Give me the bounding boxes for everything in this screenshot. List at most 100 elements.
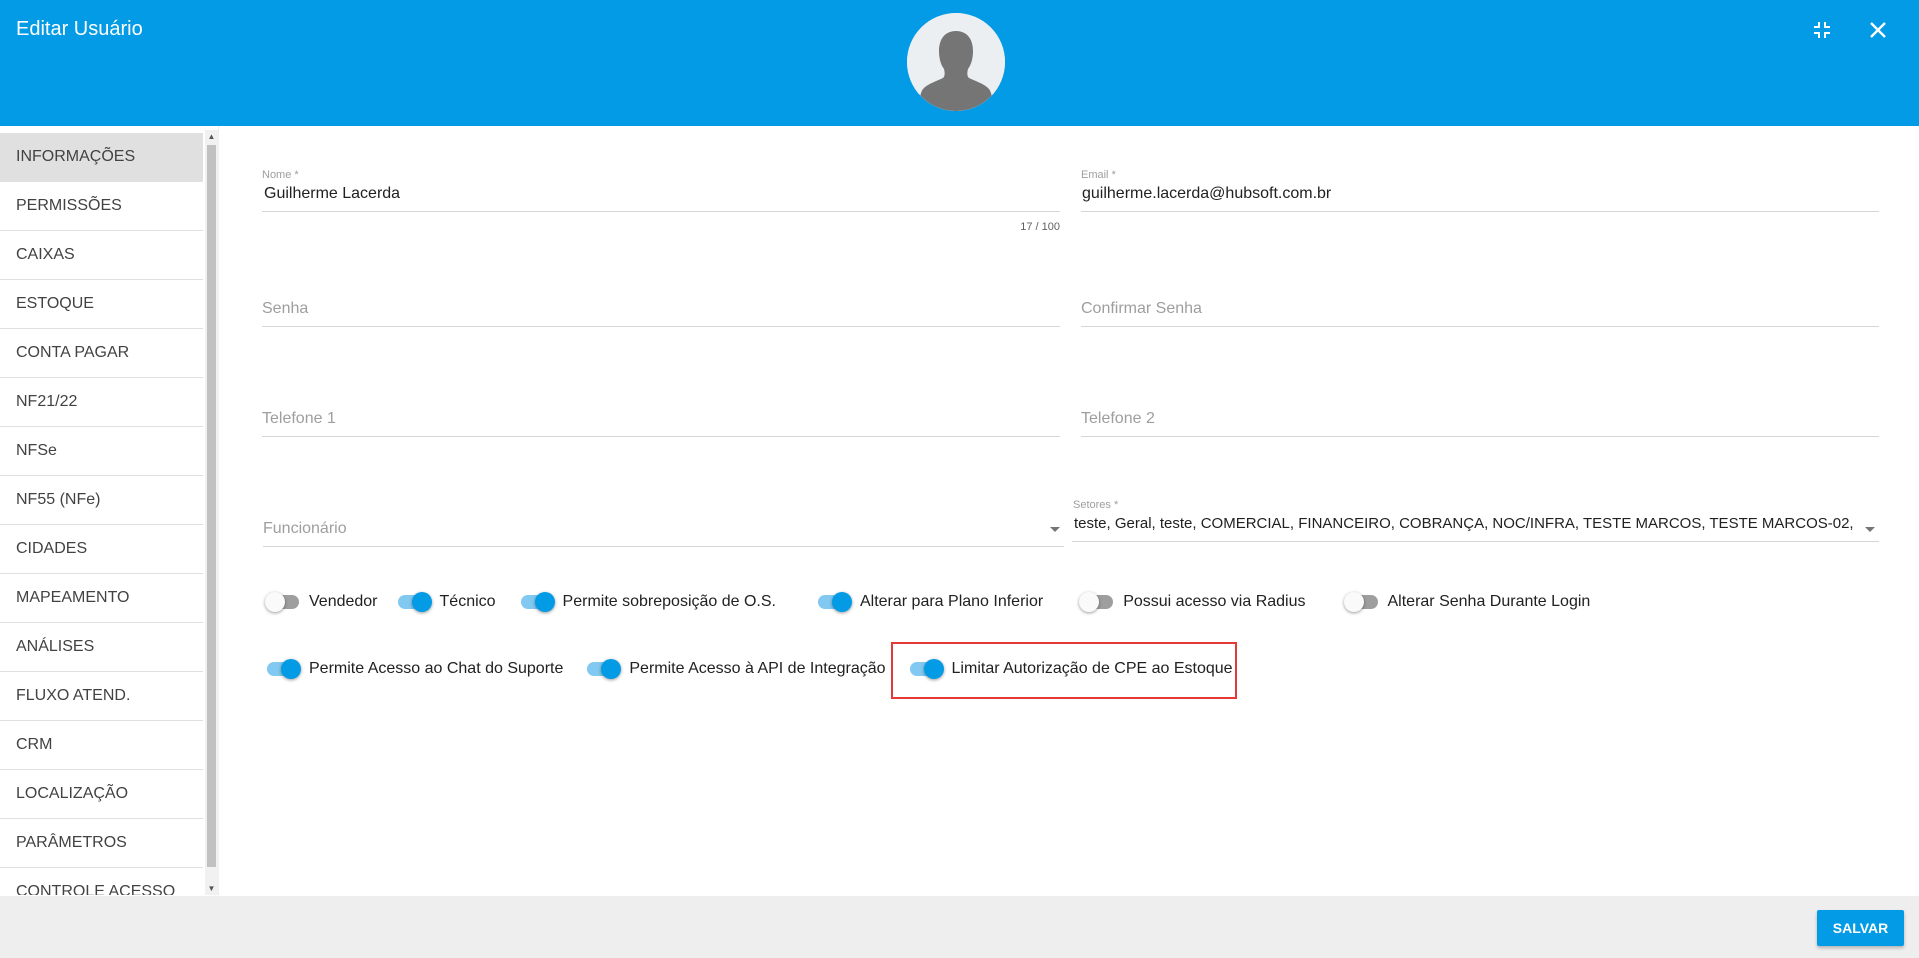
vendedor-toggle[interactable]: Vendedor [265, 590, 378, 614]
sidebar-item-label: CONTA PAGAR [16, 344, 130, 361]
email-label: Email [1081, 169, 1109, 181]
toggle-switch[interactable] [519, 590, 555, 614]
nome-label: Nome [262, 169, 292, 181]
sidebar-item-parametros[interactable]: PARÂMETROS [0, 819, 203, 868]
tecnico-toggle[interactable]: Técnico [396, 590, 496, 614]
user-silhouette-icon [907, 13, 1005, 111]
dialog-footer: SALVAR [0, 896, 1919, 958]
toggle-switch[interactable] [816, 590, 852, 614]
sidebar-item-label: NF55 (NFe) [16, 491, 101, 508]
sidebar: INFORMAÇÕES PERMISSÕES CAIXAS ESTOQUE CO… [0, 130, 218, 895]
setores-value: teste, Geral, teste, COMERCIAL, FINANCEI… [1074, 515, 1855, 532]
sidebar-item-localizacao[interactable]: LOCALIZAÇÃO [0, 770, 203, 819]
sidebar-item-label: NFSe [16, 442, 57, 459]
required-mark: * [294, 169, 299, 181]
sidebar-item-label: CIDADES [16, 540, 88, 557]
toggle-label: Vendedor [309, 593, 378, 610]
close-button[interactable] [1865, 17, 1891, 43]
dropdown-arrow-icon [1865, 527, 1875, 532]
sidebar-item-crm[interactable]: CRM [0, 721, 203, 770]
sidebar-scrollbar[interactable]: ▲ ▼ [205, 130, 218, 895]
sidebar-item-conta-pagar[interactable]: CONTA PAGAR [0, 329, 203, 378]
email-field[interactable]: Email * guilherme.lacerda@hubsoft.com.br [1081, 169, 1879, 212]
alterar-plano-inferior-toggle[interactable]: Alterar para Plano Inferior [816, 590, 1043, 614]
fullscreen-exit-icon [1814, 22, 1830, 38]
telefone1-input[interactable]: Telefone 1 [262, 408, 1060, 430]
funcionario-placeholder: Funcionário [263, 520, 347, 537]
telefone2-input[interactable]: Telefone 2 [1081, 408, 1879, 430]
scroll-down-arrow-icon[interactable]: ▼ [205, 882, 218, 895]
sidebar-list: INFORMAÇÕES PERMISSÕES CAIXAS ESTOQUE CO… [0, 133, 203, 895]
highlight-box [891, 642, 1237, 699]
toggle-label: Permite Acesso à API de Integração [629, 660, 886, 677]
toggle-label: Permite sobreposição de O.S. [562, 593, 776, 610]
sidebar-item-informacoes[interactable]: INFORMAÇÕES [0, 133, 203, 182]
dialog-title: Editar Usuário [16, 18, 143, 40]
confirmar-senha-input[interactable]: Confirmar Senha [1081, 298, 1879, 320]
toggle-label: Alterar para Plano Inferior [859, 593, 1044, 610]
email-input[interactable]: guilherme.lacerda@hubsoft.com.br [1081, 183, 1879, 205]
toggle-label: Possui acesso via Radius [1123, 593, 1306, 610]
nome-input[interactable]: Guilherme Lacerda [262, 183, 1060, 205]
sidebar-item-controle-acesso[interactable]: CONTROLE ACESSO [0, 868, 203, 895]
toggle-switch[interactable] [265, 590, 301, 614]
sidebar-item-label: CONTROLE ACESSO [16, 883, 176, 895]
sidebar-item-label: ESTOQUE [16, 295, 94, 312]
sidebar-item-cidades[interactable]: CIDADES [0, 525, 203, 574]
sidebar-item-label: PARÂMETROS [16, 834, 127, 851]
sidebar-item-label: INFORMAÇÕES [16, 148, 136, 165]
toggle-switch[interactable] [585, 657, 622, 681]
dropdown-arrow-icon [1050, 527, 1060, 532]
close-icon [1870, 22, 1886, 38]
telefone2-field[interactable]: Telefone 2 [1081, 408, 1879, 437]
sidebar-item-label: LOCALIZAÇÃO [16, 785, 129, 802]
sidebar-item-mapeamento[interactable]: MAPEAMENTO [0, 574, 203, 623]
sidebar-item-label: NF21/22 [16, 393, 78, 410]
nome-field[interactable]: Nome * Guilherme Lacerda 17 / 100 [262, 169, 1060, 233]
toggle-label: Alterar Senha Durante Login [1387, 593, 1591, 610]
setores-select[interactable]: Setores * teste, Geral, teste, COMERCIAL… [1072, 499, 1879, 542]
toggle-switch[interactable] [396, 590, 432, 614]
char-counter: 17 / 100 [1020, 221, 1060, 233]
scroll-up-arrow-icon[interactable]: ▲ [205, 130, 218, 143]
alterar-senha-login-toggle[interactable]: Alterar Senha Durante Login [1343, 590, 1591, 614]
acesso-radius-toggle[interactable]: Possui acesso via Radius [1079, 590, 1306, 614]
sidebar-item-nf21-22[interactable]: NF21/22 [0, 378, 203, 427]
sidebar-divider [218, 126, 219, 896]
setores-label: Setores [1073, 499, 1111, 511]
senha-field[interactable]: Senha [262, 298, 1060, 327]
fullscreen-exit-button[interactable] [1809, 17, 1835, 43]
sidebar-item-nfse[interactable]: NFSe [0, 427, 203, 476]
permite-sobreposicao-toggle[interactable]: Permite sobreposição de O.S. [519, 590, 776, 614]
toggle-switch[interactable] [1079, 590, 1115, 614]
sidebar-item-fluxo-atend[interactable]: FLUXO ATEND. [0, 672, 203, 721]
toggle-label: Permite Acesso ao Chat do Suporte [309, 660, 564, 677]
toggles-row-1: Vendedor Técnico Permite sobreposição de… [265, 590, 1590, 614]
sidebar-item-label: CAIXAS [16, 246, 75, 263]
confirmar-senha-field[interactable]: Confirmar Senha [1081, 298, 1879, 327]
user-avatar[interactable] [907, 13, 1005, 111]
sidebar-item-permissoes[interactable]: PERMISSÕES [0, 182, 203, 231]
api-integracao-toggle[interactable]: Permite Acesso à API de Integração [585, 657, 886, 681]
sidebar-item-caixas[interactable]: CAIXAS [0, 231, 203, 280]
chat-suporte-toggle[interactable]: Permite Acesso ao Chat do Suporte [265, 657, 563, 681]
required-mark: * [1113, 499, 1119, 511]
sidebar-item-label: PERMISSÕES [16, 197, 122, 214]
dialog-header: Editar Usuário [0, 0, 1919, 126]
sidebar-item-label: FLUXO ATEND. [16, 687, 131, 704]
required-mark: * [1111, 169, 1116, 181]
scroll-thumb[interactable] [207, 145, 216, 867]
sidebar-item-nf55[interactable]: NF55 (NFe) [0, 476, 203, 525]
toggle-label: Técnico [439, 593, 496, 610]
funcionario-select[interactable]: Funcionário [263, 518, 1064, 547]
sidebar-item-label: CRM [16, 736, 53, 753]
telefone1-field[interactable]: Telefone 1 [262, 408, 1060, 437]
sidebar-item-label: MAPEAMENTO [16, 589, 130, 606]
toggle-switch[interactable] [265, 657, 301, 681]
sidebar-item-analises[interactable]: ANÁLISES [0, 623, 203, 672]
senha-input[interactable]: Senha [262, 298, 1060, 320]
save-button[interactable]: SALVAR [1817, 910, 1904, 946]
toggle-switch[interactable] [1343, 590, 1380, 614]
sidebar-item-label: ANÁLISES [16, 638, 95, 655]
sidebar-item-estoque[interactable]: ESTOQUE [0, 280, 203, 329]
